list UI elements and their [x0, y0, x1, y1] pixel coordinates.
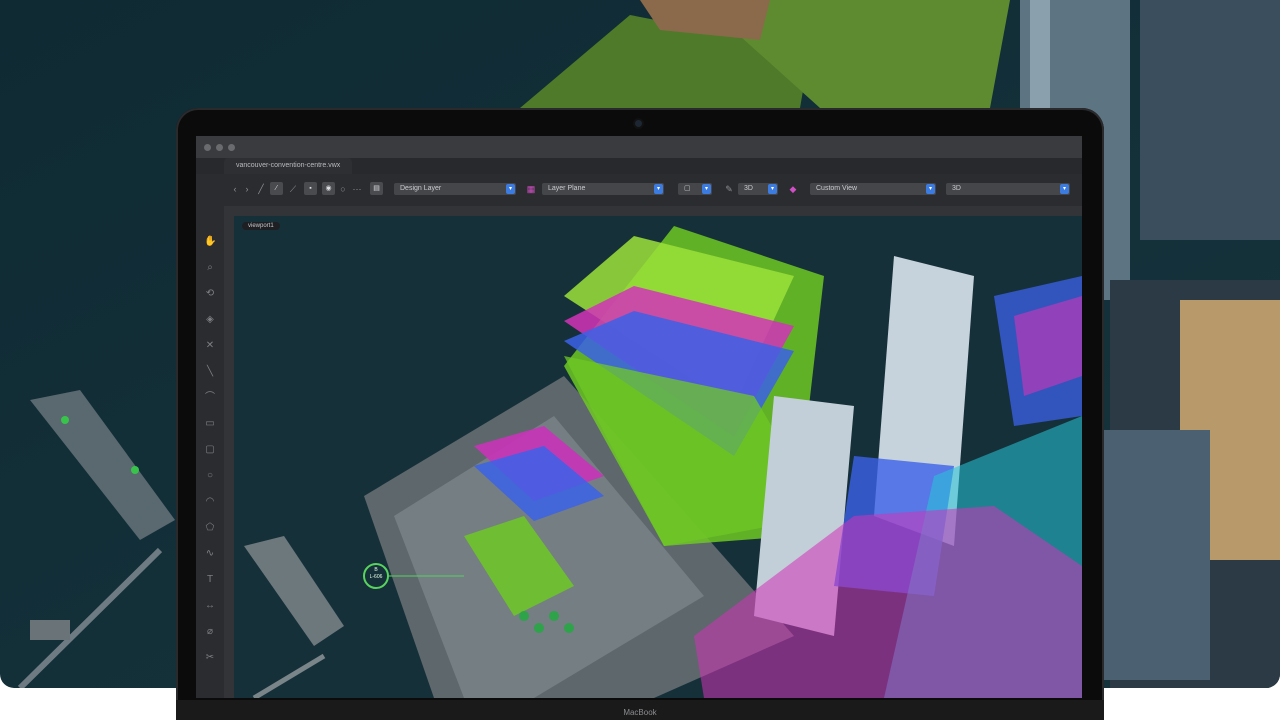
section-marker-top: B [374, 567, 378, 573]
close-window-button[interactable] [204, 144, 211, 151]
design-layer-value: Design Layer [400, 185, 442, 192]
section-marker[interactable]: B L-606 [369, 567, 383, 581]
eye-icon: ✎ [725, 184, 733, 194]
drawing-viewport[interactable]: viewport1 B L-606 [234, 216, 1082, 698]
eyedropper-tool-icon[interactable]: ⌀ [204, 626, 216, 638]
views-icon: ◆ [789, 184, 797, 194]
polyline-tool-icon[interactable]: ⌒ [204, 392, 216, 404]
chevron-down-icon: ▾ [506, 184, 515, 194]
render-mode-dropdown[interactable]: 3D ▾ [946, 183, 1070, 195]
pencil-icon[interactable]: ╱ [256, 184, 266, 194]
design-layer-dropdown[interactable]: Design Layer ▾ [394, 183, 516, 195]
view-options-dropdown[interactable]: ▢ ▾ [678, 183, 712, 195]
zoom-window-button[interactable] [228, 144, 235, 151]
laptop-base: MacBook [176, 700, 1104, 720]
layer-plane-dropdown[interactable]: Layer Plane ▾ [542, 183, 664, 195]
circle-tool-icon[interactable]: ○ [204, 470, 216, 482]
delete-tool-icon[interactable]: ✕ [204, 340, 216, 352]
title-bar [196, 136, 1082, 158]
chevron-down-icon: ▾ [654, 184, 663, 194]
view-mode-value: 3D [744, 185, 753, 192]
rounded-rectangle-tool-icon[interactable]: ▢ [204, 444, 216, 456]
page-icon: ▢ [684, 185, 691, 192]
polygon-tool-icon[interactable]: ⬠ [204, 522, 216, 534]
saved-view-value: Custom View [816, 185, 858, 192]
app-window: vancouver-convention-centre.vwx ‹ › ╱ ⁄ … [196, 136, 1082, 698]
section-marker-bottom: L-606 [369, 574, 383, 580]
flyover-tool-icon[interactable]: ⟲ [204, 288, 216, 300]
viewport-label: viewport1 [242, 222, 280, 230]
arc-tool-icon[interactable]: ◠ [204, 496, 216, 508]
layer-plane-value: Layer Plane [548, 185, 586, 192]
minimize-window-button[interactable] [216, 144, 223, 151]
layer-plane-icon: ▦ [526, 184, 536, 194]
line-tool-icon[interactable]: ╲ [204, 366, 216, 378]
view-bar: ‹ › ╱ ⁄ ⟋ ▪ ◉ ○ ⋯ ▤ Design Layer ▾ ▦ Lay… [196, 174, 1082, 207]
dimension-tool-icon[interactable]: ↔ [204, 600, 216, 612]
basic-tools-palette: ✋ ⌕ ⟲ ◈ ✕ ╲ ⌒ ▭ ▢ ○ ◠ ⬠ ∿ T ↔ ⌀ ✂ [196, 206, 225, 698]
layer-options-button[interactable]: ▤ [370, 182, 383, 195]
line-tool-icon[interactable]: ⟋ [288, 184, 298, 194]
flyover-button[interactable]: ▪ [304, 182, 317, 195]
device-brand-label: MacBook [623, 708, 657, 717]
circle-tool-icon[interactable]: ○ [338, 184, 348, 194]
select-tool-button[interactable]: ⁄ [270, 182, 283, 195]
back-arrow-icon[interactable]: ‹ [230, 184, 240, 194]
text-tool-icon[interactable]: T [204, 574, 216, 586]
view-mode-dropdown[interactable]: 3D ▾ [738, 183, 778, 195]
freehand-tool-icon[interactable]: ∿ [204, 548, 216, 560]
saved-view-dropdown[interactable]: Custom View ▾ [810, 183, 936, 195]
fill-tool-icon[interactable]: ◈ [204, 314, 216, 326]
camera-icon [635, 120, 642, 127]
zoom-tool-icon[interactable]: ⌕ [204, 262, 216, 274]
document-tab[interactable]: vancouver-convention-centre.vwx [224, 158, 353, 174]
walkthrough-button[interactable]: ◉ [322, 182, 335, 195]
chevron-down-icon: ▾ [768, 184, 777, 194]
forward-arrow-icon[interactable]: › [242, 184, 252, 194]
pan-tool-icon[interactable]: ✋ [204, 236, 216, 248]
chevron-down-icon: ▾ [702, 184, 711, 194]
rectangle-tool-icon[interactable]: ▭ [204, 418, 216, 430]
more-icon[interactable]: ⋯ [352, 184, 362, 194]
render-mode-value: 3D [952, 185, 961, 192]
chevron-down-icon: ▾ [926, 184, 935, 194]
clip-tool-icon[interactable]: ✂ [204, 652, 216, 664]
chevron-down-icon: ▾ [1060, 184, 1069, 194]
